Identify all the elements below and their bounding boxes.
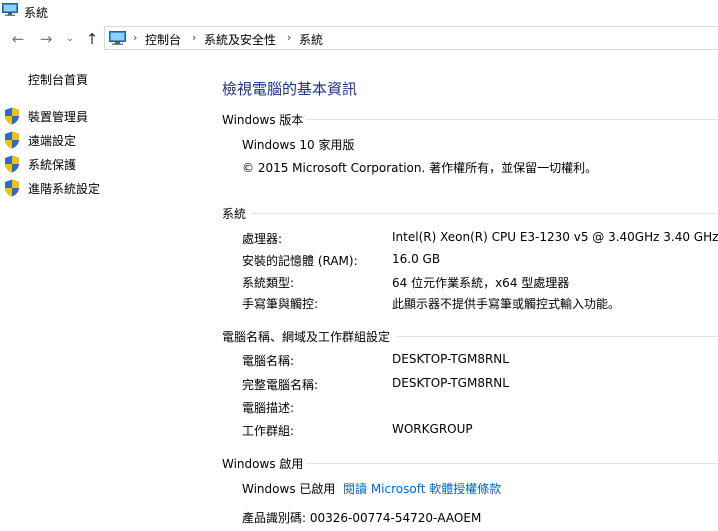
chevron-down-icon[interactable]: ⌄: [60, 29, 80, 49]
section-heading-activation: Windows 啟用: [222, 457, 304, 471]
ram-label: 安裝的記憶體 (RAM):: [242, 254, 358, 268]
section-heading-computer-name: 電腦名稱、網域及工作群組設定: [222, 330, 391, 344]
computer-description-label: 電腦描述:: [242, 401, 295, 415]
full-computer-name-value: DESKTOP-TGM8RNL: [392, 376, 509, 390]
uac-shield-icon: [5, 131, 19, 149]
workgroup-label: 工作群組:: [242, 424, 295, 438]
section-divider: [396, 336, 718, 337]
product-id: 產品識別碼: 00326-00774-54720-AAOEM: [242, 511, 482, 525]
system-type-value: 64 位元作業系統，x64 型處理器: [392, 276, 570, 290]
section-divider: [306, 463, 718, 464]
license-terms-link[interactable]: 閱讀 Microsoft 軟體授權條款: [343, 480, 501, 497]
ram-value: 16.0 GB: [392, 252, 441, 266]
section-divider: [306, 119, 718, 120]
sidebar-item-label: 遠端設定: [28, 134, 77, 148]
breadcrumb-system[interactable]: 系統: [299, 31, 323, 48]
pen-touch-label: 手寫筆與觸控:: [242, 297, 319, 311]
sidebar-item-label: 進階系統設定: [28, 182, 101, 196]
navigation-bar: ← → ⌄ ↑ › 控制台 › 系統及安全性 › 系統: [0, 26, 718, 52]
back-arrow-icon[interactable]: ←: [8, 29, 28, 49]
up-arrow-icon[interactable]: ↑: [82, 29, 102, 49]
page-title: 檢視電腦的基本資訊: [222, 80, 358, 98]
uac-shield-icon: [5, 155, 19, 173]
activation-status: Windows 已啟用: [242, 482, 336, 496]
section-heading-system: 系統: [222, 207, 247, 221]
edition-name: Windows 10 家用版: [242, 138, 355, 152]
section-heading-edition: Windows 版本: [222, 113, 304, 127]
system-type-label: 系統類型:: [242, 276, 295, 290]
processor-value: Intel(R) Xeon(R) CPU E3-1230 v5 @ 3.40GH…: [392, 230, 718, 244]
pen-touch-value: 此顯示器不提供手寫筆或觸控式輸入功能。: [392, 297, 621, 311]
section-divider: [252, 213, 718, 214]
breadcrumb-system-security[interactable]: 系統及安全性: [204, 31, 276, 48]
sidebar-home-link[interactable]: 控制台首頁: [28, 71, 88, 88]
uac-shield-icon: [5, 107, 19, 125]
address-bar[interactable]: › 控制台 › 系統及安全性 › 系統: [104, 26, 718, 50]
computer-name-label: 電腦名稱:: [242, 354, 295, 368]
sidebar-item-label: 裝置管理員: [28, 110, 89, 124]
sidebar-item-label: 系統保護: [28, 158, 77, 172]
processor-label: 處理器:: [242, 232, 283, 246]
workgroup-value: WORKGROUP: [392, 422, 473, 436]
computer-icon: [2, 3, 18, 16]
title-bar: 系統: [0, 0, 718, 24]
breadcrumb-separator-icon[interactable]: ›: [192, 31, 196, 44]
copyright-text: © 2015 Microsoft Corporation. 著作權所有，並保留一…: [242, 161, 598, 175]
uac-shield-icon: [5, 179, 19, 197]
breadcrumb-separator-icon[interactable]: ›: [287, 31, 291, 44]
breadcrumb-control-panel[interactable]: 控制台: [145, 31, 181, 48]
full-computer-name-label: 完整電腦名稱:: [242, 378, 319, 392]
computer-name-value: DESKTOP-TGM8RNL: [392, 352, 509, 366]
control-panel-icon: [109, 31, 126, 45]
forward-arrow-icon[interactable]: →: [36, 29, 56, 49]
window-title: 系統: [24, 6, 49, 20]
breadcrumb-separator-icon[interactable]: ›: [133, 31, 137, 44]
